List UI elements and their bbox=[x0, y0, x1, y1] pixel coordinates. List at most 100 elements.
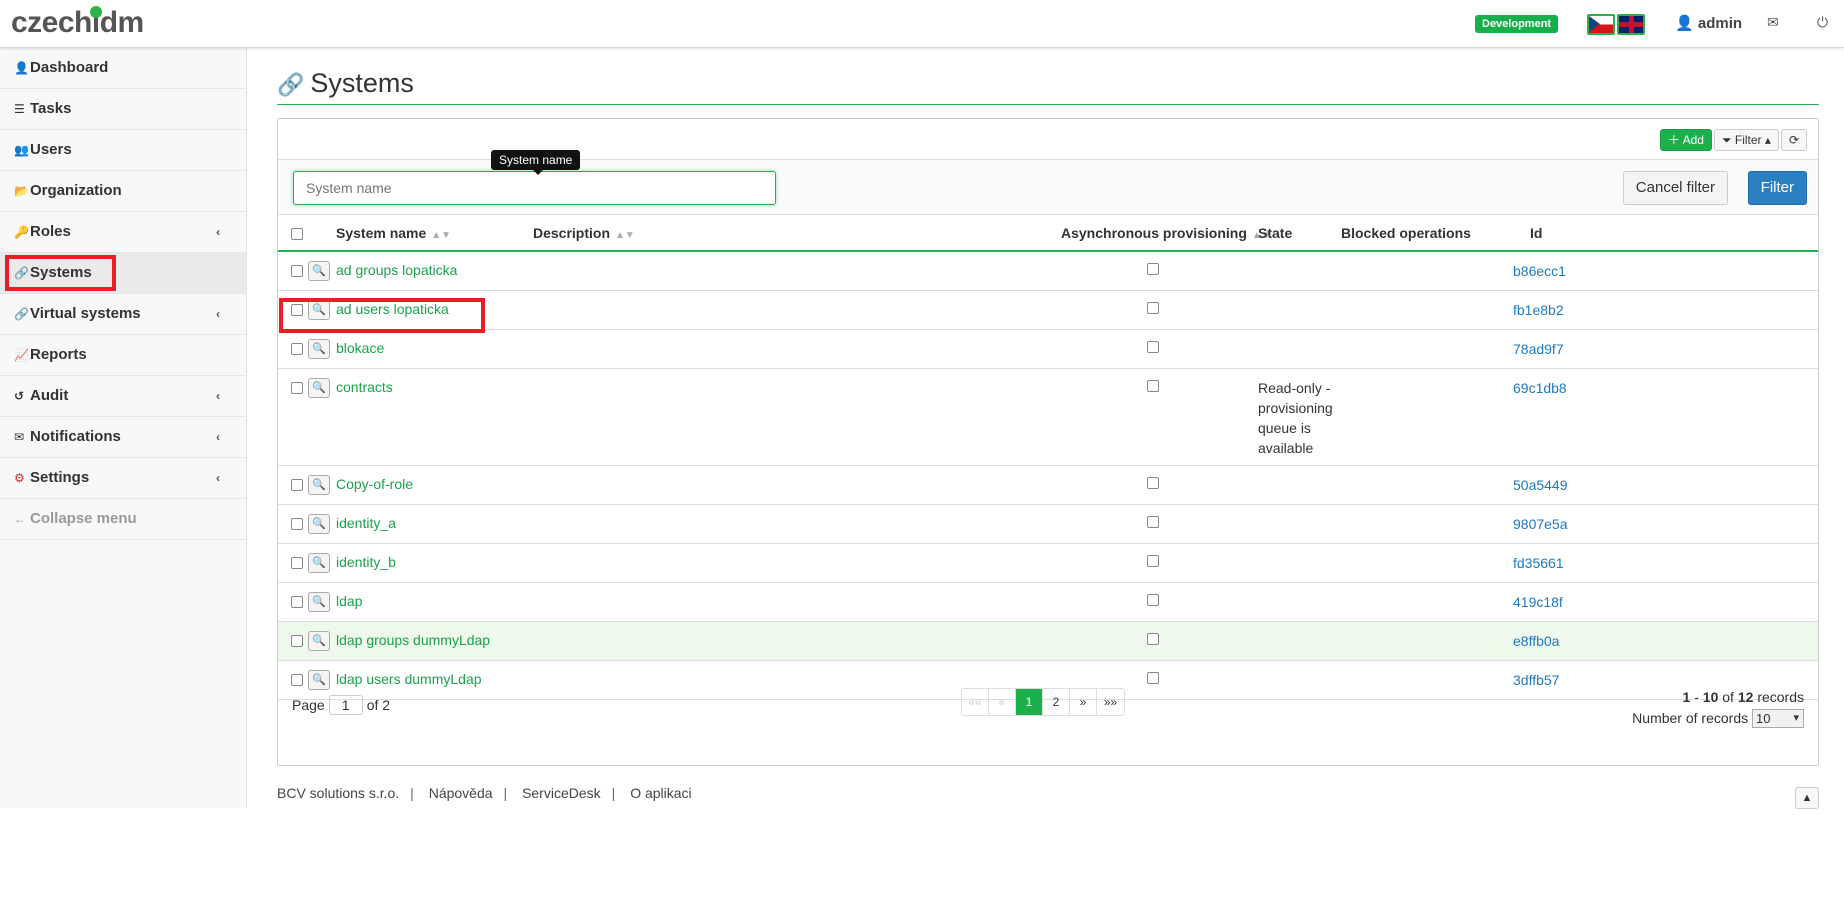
filter-button[interactable]: Filter bbox=[1747, 171, 1807, 205]
caret-up-icon: ▴ bbox=[1764, 133, 1771, 147]
row-checkbox[interactable] bbox=[291, 596, 303, 608]
sidebar-item-roles[interactable]: 🔑Roles ‹ bbox=[0, 212, 246, 253]
records-per-page-label: Number of records bbox=[1632, 710, 1749, 726]
row-checkbox[interactable] bbox=[291, 382, 303, 394]
page-2-button[interactable]: 2 bbox=[1043, 689, 1070, 715]
sidebar-item-organization[interactable]: 📂Organization bbox=[0, 171, 246, 212]
column-header-description[interactable]: Description ▲▼ bbox=[533, 225, 635, 241]
sidebar-item-tasks[interactable]: ☰ Tasks bbox=[0, 89, 246, 130]
row-checkbox[interactable] bbox=[291, 265, 303, 277]
system-name-link[interactable]: identity_b bbox=[336, 554, 396, 570]
row-checkbox[interactable] bbox=[291, 479, 303, 491]
sidebar-item-notifications[interactable]: ✉ Notifications ‹ bbox=[0, 417, 246, 458]
czech-flag-icon[interactable] bbox=[1587, 14, 1615, 35]
column-header-system-name[interactable]: System name ▲▼ bbox=[336, 225, 451, 241]
first-page-button[interactable]: «« bbox=[962, 689, 989, 715]
sidebar-item-users[interactable]: 👥Users bbox=[0, 130, 246, 171]
footer-link-help[interactable]: Nápověda bbox=[429, 785, 493, 801]
mail-icon[interactable]: ✉ bbox=[1767, 14, 1779, 31]
footer: BCV solutions s.r.o. | Nápověda | ServiceD… bbox=[277, 785, 703, 801]
footer-link-company[interactable]: BCV solutions s.r.o. bbox=[277, 785, 399, 801]
row-checkbox[interactable] bbox=[291, 343, 303, 355]
sidebar-item-systems[interactable]: 🔗Systems bbox=[0, 253, 246, 294]
last-page-button[interactable]: »» bbox=[1097, 689, 1124, 715]
sidebar-item-collapse-menu[interactable]: ← Collapse menu bbox=[0, 499, 246, 540]
table-row[interactable]: 🔍 blokace 78ad9f7 bbox=[278, 330, 1818, 369]
system-id-link[interactable]: 69c1db8 bbox=[1513, 380, 1567, 396]
cancel-filter-button[interactable]: Cancel filter bbox=[1622, 171, 1728, 205]
detail-search-icon[interactable]: 🔍 bbox=[308, 300, 330, 320]
system-id-link[interactable]: b86ecc1 bbox=[1513, 263, 1566, 279]
system-name-search-input[interactable] bbox=[293, 171, 776, 205]
footer-separator: | bbox=[611, 785, 616, 801]
detail-search-icon[interactable]: 🔍 bbox=[308, 553, 330, 573]
select-all-checkbox[interactable] bbox=[291, 228, 303, 240]
system-name-link[interactable]: Copy-of-role bbox=[336, 476, 413, 492]
footer-link-servicedesk[interactable]: ServiceDesk bbox=[522, 785, 601, 801]
logo[interactable]: czechidm bbox=[11, 6, 144, 40]
system-name-link[interactable]: ad groups lopaticka bbox=[336, 262, 457, 278]
detail-search-icon[interactable]: 🔍 bbox=[308, 592, 330, 612]
refresh-button[interactable]: ⟳ bbox=[1780, 129, 1807, 151]
system-name-link[interactable]: ldap bbox=[336, 593, 362, 609]
system-id-link[interactable]: 9807e5a bbox=[1513, 516, 1568, 532]
footer-link-about[interactable]: O aplikaci bbox=[630, 785, 691, 801]
sidebar-item-audit[interactable]: ↺ Audit ‹ bbox=[0, 376, 246, 417]
system-id-link[interactable]: fd35661 bbox=[1513, 555, 1564, 571]
table-row[interactable]: 🔍 Copy-of-role 50a5449 bbox=[278, 466, 1818, 505]
state-text: Read-only - provisioning queue is availa… bbox=[1258, 380, 1333, 456]
table-row[interactable]: 🔍 ad users lopaticka fb1e8b2 bbox=[278, 291, 1818, 330]
table-row[interactable]: 🔍 identity_a 9807e5a bbox=[278, 505, 1818, 544]
environment-badge: Development bbox=[1475, 15, 1559, 33]
records-per-page-select[interactable]: 10 bbox=[1752, 709, 1804, 728]
detail-search-icon[interactable]: 🔍 bbox=[308, 514, 330, 534]
filter-toggle-button[interactable]: ⏷ Filter ▴ bbox=[1713, 129, 1779, 151]
system-id-link[interactable]: 50a5449 bbox=[1513, 477, 1568, 493]
system-id-link[interactable]: 78ad9f7 bbox=[1513, 341, 1564, 357]
detail-search-icon[interactable]: 🔍 bbox=[308, 339, 330, 359]
table-row[interactable]: 🔍 contracts Read-only - provisioning queue… bbox=[278, 369, 1818, 466]
row-checkbox[interactable] bbox=[291, 304, 303, 316]
table-row[interactable]: 🔍 ad groups lopaticka b86ecc1 bbox=[278, 252, 1818, 291]
sidebar-item-settings[interactable]: ⚙ Settings ‹ bbox=[0, 458, 246, 499]
page-1-button[interactable]: 1 bbox=[1016, 689, 1043, 715]
table-row[interactable]: 🔍 identity_b fd35661 bbox=[278, 544, 1818, 583]
system-name-link[interactable]: identity_a bbox=[336, 515, 396, 531]
system-name-link[interactable]: blokace bbox=[336, 340, 384, 356]
system-id-link[interactable]: 419c18f bbox=[1513, 594, 1563, 610]
sidebar-item-virtual-systems[interactable]: 🔗Virtual systems ‹ bbox=[0, 294, 246, 335]
sidebar-item-dashboard[interactable]: 👤Dashboard bbox=[0, 48, 246, 89]
table-row[interactable]: 🔍 ldap groups dummyLdap e8ffb0a bbox=[278, 622, 1818, 661]
pagination-buttons: «« « 1 2 » »» bbox=[961, 688, 1125, 716]
table-row[interactable]: 🔍 ldap 419c18f bbox=[278, 583, 1818, 622]
column-label: Description bbox=[533, 225, 611, 241]
previous-page-button[interactable]: « bbox=[989, 689, 1016, 715]
chevron-left-icon: ‹ bbox=[216, 307, 220, 321]
detail-search-icon[interactable]: 🔍 bbox=[308, 261, 330, 281]
scroll-to-top-button[interactable]: ▲ bbox=[1795, 787, 1819, 809]
column-header-async-provisioning[interactable]: Asynchronous provisioning ▲▼ bbox=[1061, 225, 1272, 241]
table-toolbar: ＋ Add ⏷ Filter ▴ ⟳ bbox=[1658, 129, 1807, 151]
row-checkbox[interactable] bbox=[291, 635, 303, 647]
detail-search-icon[interactable]: 🔍 bbox=[308, 378, 330, 398]
detail-search-icon[interactable]: 🔍 bbox=[308, 475, 330, 495]
sidebar-item-reports[interactable]: 📈Reports bbox=[0, 335, 246, 376]
add-button[interactable]: ＋ Add bbox=[1659, 129, 1712, 151]
system-id-link[interactable]: e8ffb0a bbox=[1513, 633, 1559, 649]
row-checkbox[interactable] bbox=[291, 557, 303, 569]
username: admin bbox=[1697, 15, 1743, 32]
async-provisioning-checkbox bbox=[1147, 594, 1159, 606]
system-id-link[interactable]: fb1e8b2 bbox=[1513, 302, 1564, 318]
footer-separator: | bbox=[410, 785, 414, 801]
power-icon[interactable]: ⏻ bbox=[1817, 14, 1828, 31]
next-page-button[interactable]: » bbox=[1070, 689, 1097, 715]
system-name-link[interactable]: contracts bbox=[336, 379, 393, 395]
row-checkbox[interactable] bbox=[291, 518, 303, 530]
system-name-link[interactable]: ad users lopaticka bbox=[336, 301, 449, 317]
english-flag-icon[interactable] bbox=[1617, 14, 1645, 35]
system-name-link[interactable]: ldap groups dummyLdap bbox=[336, 632, 490, 648]
systems-table: System name ▲▼ Description ▲▼ Asynchronous… bbox=[278, 216, 1818, 700]
user-menu[interactable]: 👤 admin bbox=[1675, 14, 1742, 32]
detail-search-icon[interactable]: 🔍 bbox=[308, 631, 330, 651]
page-number-input[interactable]: 1 bbox=[328, 695, 363, 715]
